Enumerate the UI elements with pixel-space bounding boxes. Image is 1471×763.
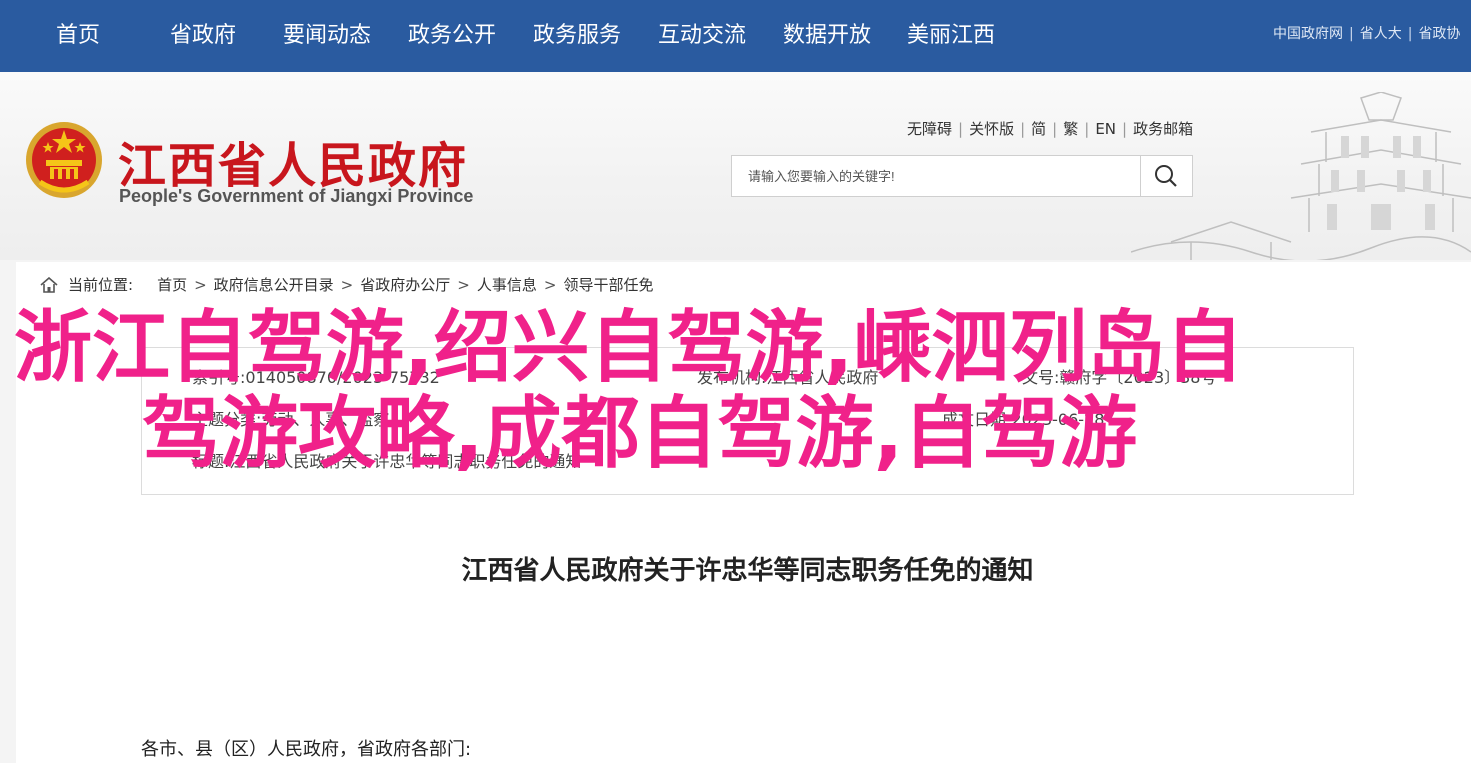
nav-item-interaction[interactable]: 互动交流 — [658, 0, 746, 72]
breadcrumb-appointments[interactable]: 领导干部任免 — [563, 276, 653, 294]
top-nav-bar: 首页 省政府 要闻动态 政务公开 政务服务 互动交流 数据开放 美丽江西 中国政… — [0, 0, 1471, 72]
link-china-gov[interactable]: 中国政府网 — [1273, 26, 1343, 42]
home-icon — [40, 277, 58, 293]
divider: | — [1020, 120, 1026, 138]
link-english[interactable]: EN — [1095, 120, 1116, 138]
nav-item-beautiful-jiangxi[interactable]: 美丽江西 — [907, 0, 995, 72]
link-simplified[interactable]: 简 — [1031, 120, 1046, 138]
content-panel: 当前位置: 首页 > 政府信息公开目录 > 省政府办公厅 > 人事信息 > 领导干部任免 索引号:… — [16, 262, 1471, 763]
breadcrumb: 当前位置: 首页 > 政府信息公开目录 > 省政府办公厅 > 人事信息 > 领导干部任免 — [40, 274, 653, 295]
document-title-meta: 标题:江西省人民政府关于许忠华等同志职务任免的通知 — [192, 452, 582, 471]
divider: | — [1122, 120, 1128, 138]
nav-item-gov-affairs-open[interactable]: 政务公开 — [408, 0, 496, 72]
external-links: 中国政府网 | 省人大 | 省政协 — [1273, 0, 1471, 72]
breadcrumb-gov-info-catalog[interactable]: 政府信息公开目录 — [214, 276, 334, 294]
topic-category: 主题分类:劳动、人事、监察 — [192, 410, 390, 429]
divider: | — [1084, 120, 1090, 138]
nav-item-home[interactable]: 首页 — [56, 0, 100, 72]
site-header: 江西省人民政府 People's Government of Jiangxi P… — [0, 72, 1471, 260]
site-title-en: People's Government of Jiangxi Province — [119, 186, 474, 206]
pagoda-illustration — [1131, 92, 1471, 260]
nav-item-open-data[interactable]: 数据开放 — [783, 0, 871, 72]
nav-item-news[interactable]: 要闻动态 — [283, 0, 371, 72]
breadcrumb-separator: > — [340, 276, 354, 294]
national-emblem-icon — [26, 122, 102, 198]
divider: | — [958, 120, 964, 138]
index-number: 索引号:014050870/2023-75732 — [192, 368, 440, 387]
breadcrumb-separator: > — [543, 276, 557, 294]
document-number: 文号:赣府字〔2023〕38号 — [1022, 368, 1217, 387]
divider: | — [1349, 26, 1354, 42]
document-salutation: 各市、县（区）人民政府，省政府各部门: — [141, 739, 472, 760]
link-provincial-congress[interactable]: 省人大 — [1360, 26, 1402, 42]
written-date: 成文日期:2023-06-28 — [942, 410, 1105, 429]
breadcrumb-home[interactable]: 首页 — [157, 276, 187, 294]
publisher: 发布机构:江西省人民政府 — [697, 368, 879, 387]
breadcrumb-general-office[interactable]: 省政府办公厅 — [360, 276, 450, 294]
document-metadata-box: 索引号:014050870/2023-75732 发布机构:江西省人民政府 文号… — [141, 347, 1354, 495]
nav-item-province-gov[interactable]: 省政府 — [170, 0, 236, 72]
breadcrumb-personnel-info[interactable]: 人事信息 — [477, 276, 537, 294]
link-accessibility[interactable]: 无障碍 — [907, 120, 952, 138]
divider: | — [1052, 120, 1058, 138]
link-traditional[interactable]: 繁 — [1063, 120, 1078, 138]
search-bar — [731, 155, 1193, 197]
document-title: 江西省人民政府关于许忠华等同志职务任免的通知 — [461, 556, 1034, 586]
link-care-mode[interactable]: 关怀版 — [969, 120, 1014, 138]
link-provincial-cppcc[interactable]: 省政协 — [1418, 26, 1460, 42]
breadcrumb-separator: > — [457, 276, 470, 294]
nav-item-gov-services[interactable]: 政务服务 — [533, 0, 621, 72]
search-input[interactable] — [732, 156, 1142, 196]
breadcrumb-label: 当前位置: — [68, 276, 134, 294]
divider: | — [1407, 26, 1413, 42]
breadcrumb-separator: > — [194, 276, 207, 294]
